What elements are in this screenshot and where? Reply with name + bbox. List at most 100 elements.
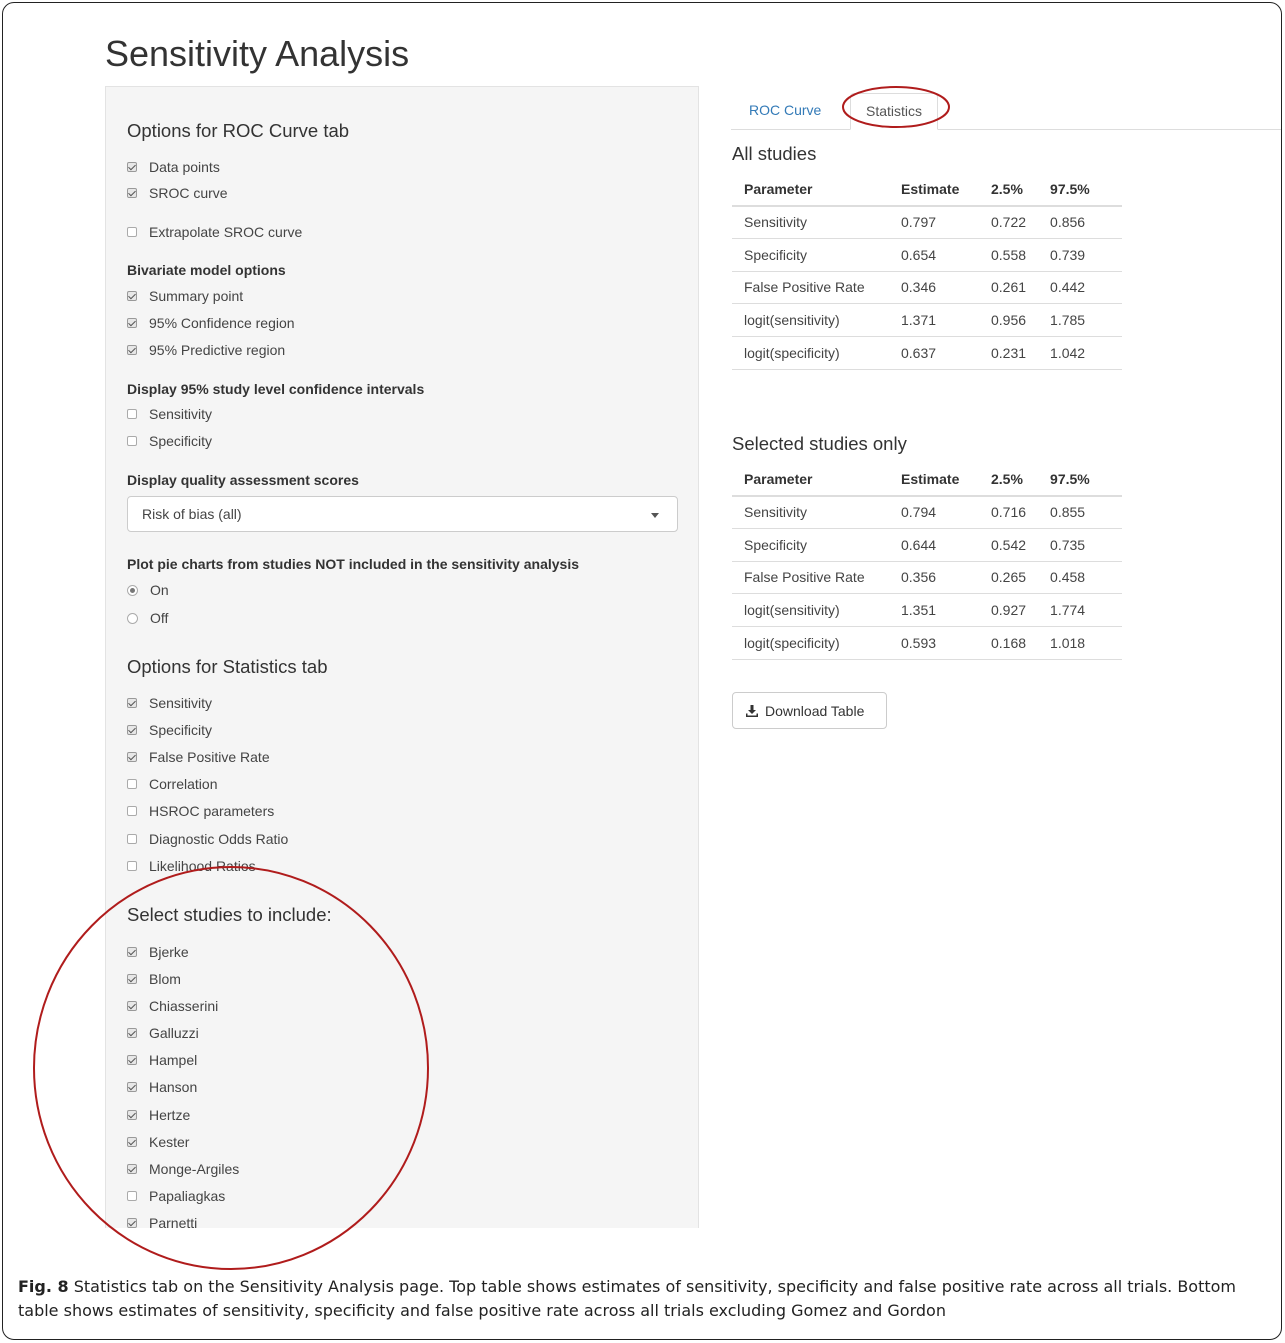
table-cell: 0.458 <box>1038 560 1123 594</box>
table-cell: 0.265 <box>979 560 1039 594</box>
sroc-curve-checkbox[interactable]: SROC curve <box>127 183 228 203</box>
extrapolate-sroc-checkbox[interactable]: Extrapolate SROC curve <box>127 222 302 242</box>
table-cell: False Positive Rate <box>732 560 889 594</box>
table-cell: Sensitivity <box>732 205 889 239</box>
checkbox-icon[interactable] <box>127 974 137 984</box>
checkbox-icon[interactable] <box>127 345 137 355</box>
figure-caption: Fig. 8 Statistics tab on the Sensitivity… <box>18 1275 1273 1323</box>
table-cell: 0.794 <box>889 495 979 529</box>
checkbox-icon[interactable] <box>127 861 137 871</box>
study-checkbox-monge-argiles[interactable]: Monge-Argiles <box>127 1159 239 1179</box>
stats-sensitivity-checkbox[interactable]: Sensitivity <box>127 693 212 713</box>
summary-point-checkbox[interactable]: Summary point <box>127 286 243 306</box>
table-cell: 0.855 <box>1038 495 1123 529</box>
column-header: Parameter <box>732 463 889 497</box>
checkbox-icon[interactable] <box>127 1191 137 1201</box>
checkbox-icon[interactable] <box>127 779 137 789</box>
page-title: Sensitivity Analysis <box>105 33 410 74</box>
column-header: 97.5% <box>1038 463 1123 497</box>
pie-on-radio[interactable]: On <box>127 580 169 600</box>
quality-label: Display quality assessment scores <box>127 472 359 488</box>
table-cell: 0.856 <box>1038 205 1123 239</box>
table-row: False Positive Rate 0.346 0.261 0.442 <box>732 270 1123 304</box>
checkbox-icon[interactable] <box>127 1137 137 1147</box>
checkbox-icon[interactable] <box>127 1028 137 1038</box>
study-checkbox-kester[interactable]: Kester <box>127 1132 189 1152</box>
table-cell: 0.644 <box>889 527 979 562</box>
study-checkbox-hertze[interactable]: Hertze <box>127 1105 190 1125</box>
table-cell: 0.735 <box>1038 527 1123 562</box>
tab-roc-curve[interactable]: ROC Curve <box>734 93 836 129</box>
checkbox-icon[interactable] <box>127 227 137 237</box>
checkbox-icon[interactable] <box>127 436 137 446</box>
column-header: 2.5% <box>979 463 1039 497</box>
tab-statistics[interactable]: Statistics <box>850 93 939 130</box>
checkbox-icon[interactable] <box>127 409 137 419</box>
table-row: logit(specificity) 0.593 0.168 1.018 <box>732 625 1123 660</box>
ci-specificity-checkbox[interactable]: Specificity <box>127 431 212 451</box>
selected-studies-table: Parameter Estimate 2.5% 97.5% Sensitivit… <box>732 463 1123 660</box>
ci-options-label: Display 95% study level confidence inter… <box>127 381 425 397</box>
study-checkbox-bjerke[interactable]: Bjerke <box>127 942 189 962</box>
confidence-region-checkbox[interactable]: 95% Confidence region <box>127 313 295 333</box>
checkbox-icon[interactable] <box>127 725 137 735</box>
table-header-row: Parameter Estimate 2.5% 97.5% <box>732 463 1123 497</box>
checkbox-icon[interactable] <box>127 1164 137 1174</box>
caption-text: Statistics tab on the Sensitivity Analys… <box>18 1277 1237 1320</box>
table-row: Sensitivity 0.794 0.716 0.855 <box>732 495 1123 529</box>
study-checkbox-hampel[interactable]: Hampel <box>127 1050 197 1070</box>
quality-select[interactable]: Risk of bias (all) <box>127 496 678 532</box>
radio-icon[interactable] <box>127 584 138 596</box>
ci-sensitivity-checkbox[interactable]: Sensitivity <box>127 404 212 424</box>
predictive-region-checkbox[interactable]: 95% Predictive region <box>127 340 285 360</box>
checkbox-icon[interactable] <box>127 698 137 708</box>
column-header: 97.5% <box>1038 173 1123 207</box>
stats-hsroc-checkbox[interactable]: HSROC parameters <box>127 801 274 821</box>
table-cell: 1.774 <box>1038 593 1123 627</box>
study-checkbox-hanson[interactable]: Hanson <box>127 1077 197 1097</box>
stats-correlation-checkbox[interactable]: Correlation <box>127 774 217 794</box>
column-header: Estimate <box>889 463 979 497</box>
studies-heading: Select studies to include: <box>127 904 332 925</box>
checkbox-icon[interactable] <box>127 752 137 762</box>
checkbox-icon[interactable] <box>127 806 137 816</box>
table-cell: 1.018 <box>1038 625 1123 660</box>
checkbox-icon[interactable] <box>127 1082 137 1092</box>
checkbox-icon[interactable] <box>127 1055 137 1065</box>
study-checkbox-chiasserini[interactable]: Chiasserini <box>127 996 218 1016</box>
checkbox-icon[interactable] <box>127 188 137 198</box>
all-studies-table: Parameter Estimate 2.5% 97.5% Sensitivit… <box>732 173 1123 370</box>
checkbox-icon[interactable] <box>127 1218 137 1228</box>
checkbox-icon[interactable] <box>127 162 137 172</box>
table-cell: 0.722 <box>979 205 1039 239</box>
checkbox-icon[interactable] <box>127 947 137 957</box>
checkbox-icon[interactable] <box>127 1001 137 1011</box>
checkbox-icon[interactable] <box>127 1110 137 1120</box>
pie-off-radio[interactable]: Off <box>127 608 168 628</box>
table-cell: 0.739 <box>1038 237 1123 272</box>
table-cell: 0.593 <box>889 625 979 660</box>
table-cell: 0.168 <box>979 625 1039 660</box>
table-cell: logit(specificity) <box>732 625 889 660</box>
checkbox-icon[interactable] <box>127 318 137 328</box>
table-cell: 1.351 <box>889 593 979 627</box>
stats-fpr-checkbox[interactable]: False Positive Rate <box>127 747 270 767</box>
selected-studies-heading: Selected studies only <box>732 433 907 454</box>
checkbox-icon[interactable] <box>127 291 137 301</box>
table-cell: False Positive Rate <box>732 270 889 304</box>
study-checkbox-blom[interactable]: Blom <box>127 969 181 989</box>
table-cell: 0.927 <box>979 593 1039 627</box>
radio-icon[interactable] <box>127 612 138 624</box>
stats-specificity-checkbox[interactable]: Specificity <box>127 720 212 740</box>
download-table-button[interactable]: Download Table <box>732 692 887 729</box>
table-header-row: Parameter Estimate 2.5% 97.5% <box>732 173 1123 207</box>
study-checkbox-galluzzi[interactable]: Galluzzi <box>127 1023 199 1043</box>
study-checkbox-papaliagkas[interactable]: Papaliagkas <box>127 1186 225 1206</box>
study-checkbox-parnetti[interactable]: Parnetti <box>127 1213 197 1233</box>
roc-options-heading: Options for ROC Curve tab <box>127 120 350 141</box>
checkbox-icon[interactable] <box>127 834 137 844</box>
stats-lr-checkbox[interactable]: Likelihood Ratios <box>127 856 256 876</box>
data-points-checkbox[interactable]: Data points <box>127 157 220 177</box>
stats-dor-checkbox[interactable]: Diagnostic Odds Ratio <box>127 829 288 849</box>
column-header: Estimate <box>889 173 979 207</box>
